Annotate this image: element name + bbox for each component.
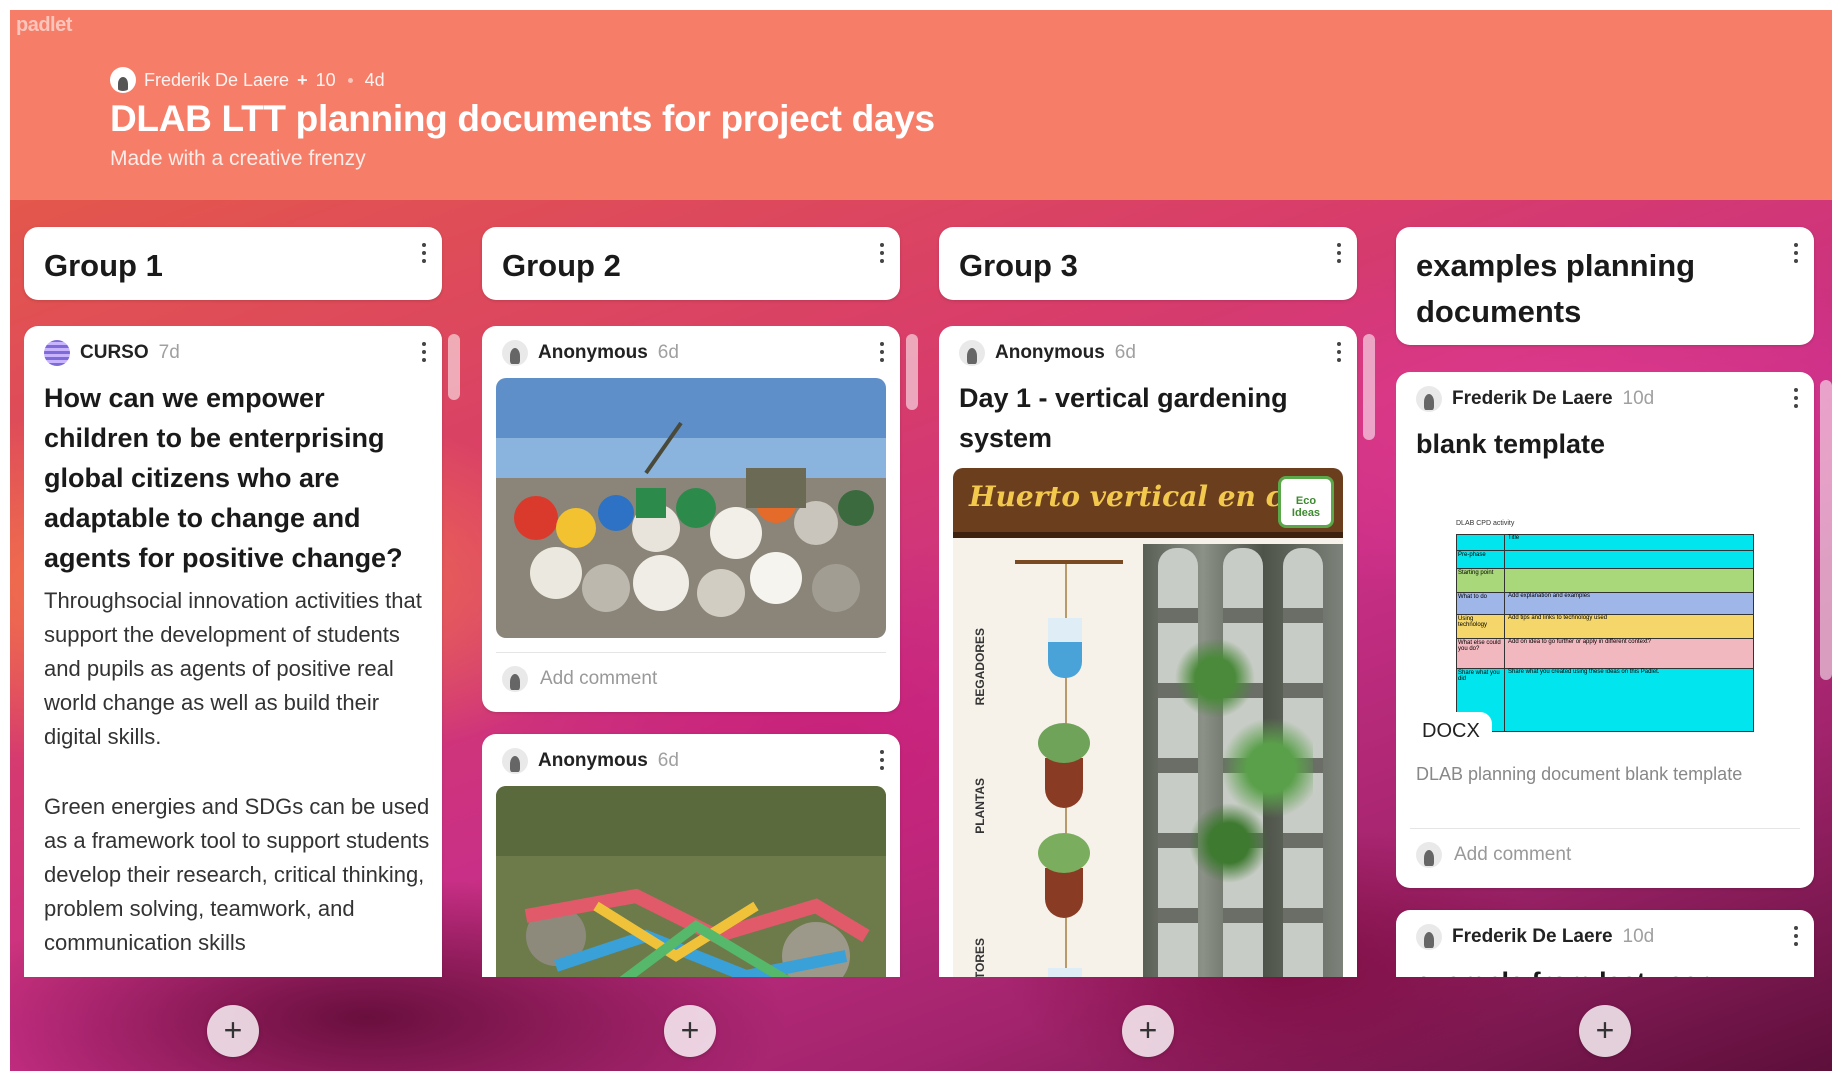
author-name[interactable]: Frederik De Laere xyxy=(1452,388,1613,410)
post-title: How can we empower children to be enterp… xyxy=(44,383,403,573)
post-author: Anonymous 6d xyxy=(502,340,679,366)
user-avatar xyxy=(502,666,528,692)
post-card[interactable]: Anonymous 6d xyxy=(482,326,900,712)
column-menu-icon[interactable] xyxy=(1337,243,1343,263)
post-author: Anonymous 6d xyxy=(502,748,679,774)
column-1-posts[interactable]: CURSO 7d How can we empower children to … xyxy=(24,326,470,977)
post-author: Frederik De Laere 10d xyxy=(1416,386,1654,412)
post-card[interactable]: Frederik De Laere 10d example from last … xyxy=(1396,910,1814,977)
doc-table: Title Pre-phase Starting point What to d… xyxy=(1456,534,1754,732)
post-menu-icon[interactable] xyxy=(880,750,886,770)
column-menu-icon[interactable] xyxy=(422,243,428,263)
board-meta: Frederik De Laere + 10 4d xyxy=(110,67,385,93)
post-title: blank template xyxy=(1416,429,1606,459)
post-author: CURSO 7d xyxy=(44,340,180,366)
column-2-posts[interactable]: Anonymous 6d Add comment Anonymous 6d xyxy=(482,326,928,977)
author-avatar[interactable] xyxy=(110,67,136,93)
board-age: 4d xyxy=(364,69,385,90)
author-avatar[interactable] xyxy=(1416,386,1442,412)
image-label-colectores: COLECTORES xyxy=(973,938,987,977)
doc-heading: DLAB CPD activity xyxy=(1456,520,1515,527)
post-title: Day 1 - vertical gardening system xyxy=(959,383,1288,453)
column-title: Group 2 xyxy=(502,248,621,283)
column-4-posts[interactable]: Frederik De Laere 10d blank template DLA… xyxy=(1396,372,1832,977)
board-subtitle: Made with a creative frenzy xyxy=(110,147,366,170)
attachment-caption[interactable]: DLAB planning document blank template xyxy=(1416,760,1776,788)
add-comment-placeholder: Add comment xyxy=(540,668,658,689)
column-menu-icon[interactable] xyxy=(880,243,886,263)
column-scrollbar[interactable] xyxy=(1820,380,1832,680)
post-image-plastic-sculpture[interactable] xyxy=(496,786,886,977)
column-header-examples[interactable]: examples planning documents xyxy=(1396,227,1814,345)
post-menu-icon[interactable] xyxy=(880,342,886,362)
author-avatar[interactable] xyxy=(44,340,70,366)
post-age: 10d xyxy=(1622,926,1655,947)
image-label-regadores: REGADORES xyxy=(973,628,987,706)
column-header-group-2[interactable]: Group 2 xyxy=(482,227,900,300)
author-avatar[interactable] xyxy=(1416,924,1442,950)
post-age: 6d xyxy=(657,750,679,771)
post-menu-icon[interactable] xyxy=(1794,926,1800,946)
post-card[interactable]: Anonymous 6d Day 1 - vertical gardening … xyxy=(939,326,1357,977)
add-comment-field[interactable]: Add comment xyxy=(1416,842,1571,868)
window-frame-top xyxy=(0,0,1832,10)
board-author[interactable]: Frederik De Laere xyxy=(144,70,289,91)
post-card[interactable]: CURSO 7d How can we empower children to … xyxy=(24,326,442,977)
author-name[interactable]: CURSO xyxy=(80,342,149,364)
author-name[interactable]: Frederik De Laere xyxy=(1452,926,1613,948)
plus-icon: + xyxy=(297,69,308,90)
column-scrollbar[interactable] xyxy=(1363,334,1375,440)
column-scrollbar[interactable] xyxy=(448,334,460,400)
post-card[interactable]: Anonymous 6d xyxy=(482,734,900,977)
author-avatar[interactable] xyxy=(502,748,528,774)
column-title: Group 3 xyxy=(959,248,1078,283)
add-post-button-examples[interactable]: + xyxy=(1579,1005,1631,1057)
column-title: Group 1 xyxy=(44,248,163,283)
post-author: Anonymous 6d xyxy=(959,340,1136,366)
column-3-posts[interactable]: Anonymous 6d Day 1 - vertical gardening … xyxy=(939,326,1385,977)
image-label-plantas: PLANTAS xyxy=(973,778,987,834)
contributors-count[interactable]: 10 xyxy=(316,70,336,91)
column-title: examples planning documents xyxy=(1416,248,1696,329)
post-image-vertical-garden[interactable]: Huerto vertical en casa Eco Ideas REGADO… xyxy=(953,468,1343,977)
comment-divider xyxy=(1410,828,1800,829)
board-title: DLAB LTT planning documents for project … xyxy=(110,98,935,139)
add-comment-field[interactable]: Add comment xyxy=(502,666,657,692)
post-age: 6d xyxy=(657,342,679,363)
post-body-paragraph-1: Throughsocial innovation activities that… xyxy=(44,588,422,749)
post-age: 7d xyxy=(158,342,180,363)
post-menu-icon[interactable] xyxy=(1337,342,1343,362)
window-frame-left xyxy=(0,0,10,1071)
eco-ideas-logo: Eco Ideas xyxy=(1278,476,1334,528)
post-body-paragraph-2: Green energies and SDGs can be used as a… xyxy=(44,794,430,955)
author-avatar[interactable] xyxy=(502,340,528,366)
author-name[interactable]: Anonymous xyxy=(538,750,648,772)
column-scrollbar[interactable] xyxy=(906,334,918,410)
padlet-logo[interactable]: padlet xyxy=(16,14,72,37)
add-post-button-group-3[interactable]: + xyxy=(1122,1005,1174,1057)
author-name[interactable]: Anonymous xyxy=(538,342,648,364)
file-type-badge: DOCX xyxy=(1410,712,1492,751)
comment-divider xyxy=(496,652,886,653)
post-menu-icon[interactable] xyxy=(422,342,428,362)
add-comment-placeholder: Add comment xyxy=(1454,844,1572,865)
column-header-group-3[interactable]: Group 3 xyxy=(939,227,1357,300)
post-image-plastic-waste[interactable] xyxy=(496,378,886,638)
post-age: 10d xyxy=(1622,388,1655,409)
separator-dot xyxy=(347,77,353,83)
add-post-button-group-2[interactable]: + xyxy=(664,1005,716,1057)
column-menu-icon[interactable] xyxy=(1794,243,1800,263)
post-author: Frederik De Laere 10d xyxy=(1416,924,1654,950)
post-age: 6d xyxy=(1114,342,1136,363)
author-name[interactable]: Anonymous xyxy=(995,342,1105,364)
column-header-group-1[interactable]: Group 1 xyxy=(24,227,442,300)
author-avatar[interactable] xyxy=(959,340,985,366)
user-avatar xyxy=(1416,842,1442,868)
post-menu-icon[interactable] xyxy=(1794,388,1800,408)
post-card[interactable]: Frederik De Laere 10d blank template DLA… xyxy=(1396,372,1814,888)
post-title: example from last year xyxy=(1416,962,1806,977)
add-post-button-group-1[interactable]: + xyxy=(207,1005,259,1057)
